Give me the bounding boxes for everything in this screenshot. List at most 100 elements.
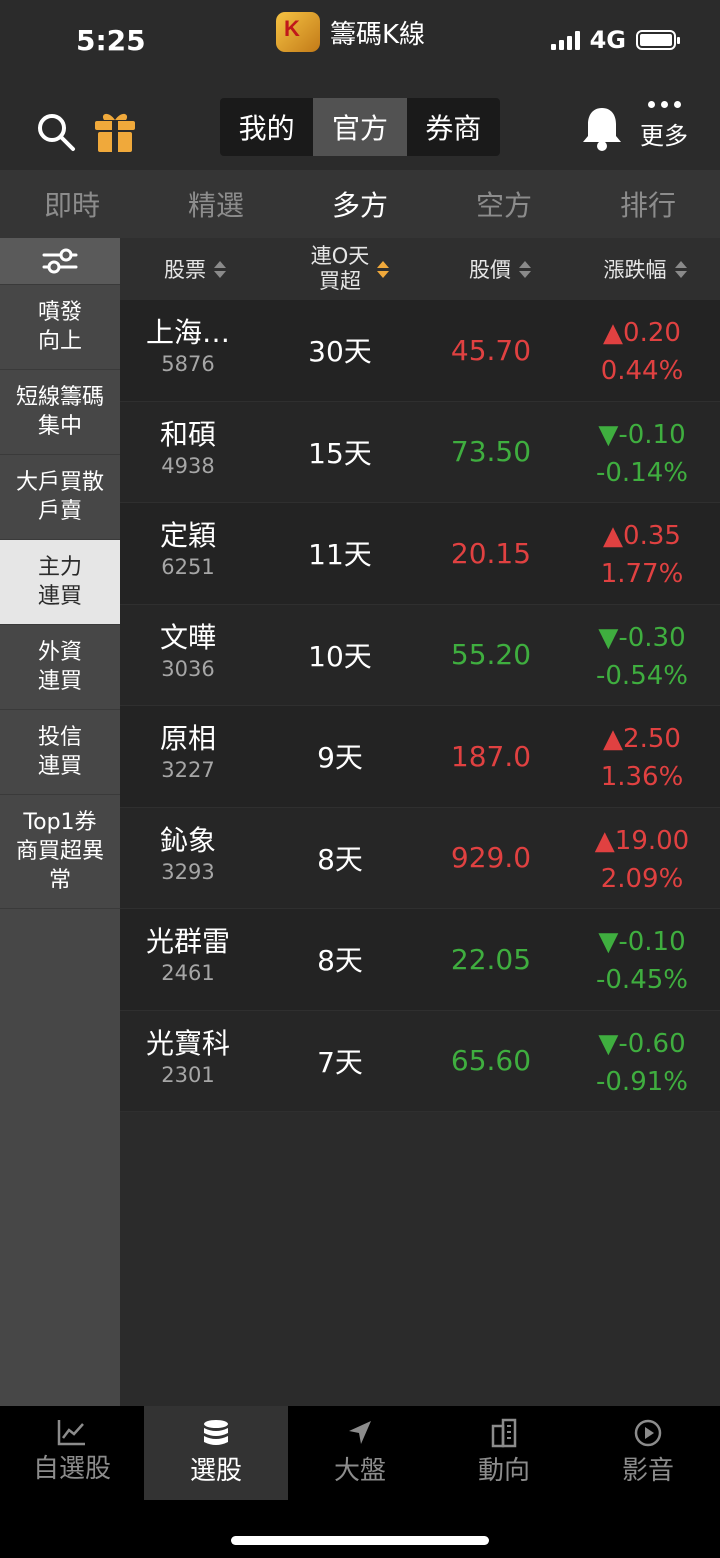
stock-name-cell: 定穎 6251 (120, 519, 256, 581)
percent-change: -0.91% (596, 1066, 688, 1097)
status-right: 4G (550, 26, 680, 54)
percent-change: 0.44% (600, 356, 684, 386)
table-row[interactable]: 定穎 6251 11天 20.15 ▲0.35 1.77% (120, 503, 720, 605)
nav-watchlist[interactable]: 自選股 (0, 1406, 144, 1500)
stock-price: 65.60 (450, 1044, 532, 1077)
sidebar-item-big-holders[interactable]: 大戶買散 戶賣 (0, 455, 120, 540)
building-icon (491, 1418, 517, 1448)
tab-bearish[interactable]: 空方 (432, 170, 576, 238)
table-row[interactable]: 鈊象 3293 8天 929.0 ▲19.00 2.09% (120, 807, 720, 909)
stock-price: 187.0 (450, 739, 532, 773)
sort-active-icon (377, 260, 390, 278)
change-cell: ▲0.35 1.77% (572, 517, 712, 593)
header-days-line2: 買超 (319, 269, 361, 293)
sort-icon (214, 260, 226, 278)
nav-market-label: 大盤 (333, 1456, 386, 1486)
nav-video-label: 影音 (621, 1456, 674, 1486)
price-change: ▼-0.60 (598, 1028, 686, 1059)
header-days-label: 連O天 買超 (311, 244, 370, 294)
sidebar-item-chip-concentration[interactable]: 短線籌碼 集中 (0, 370, 120, 455)
network-label: 4G (589, 26, 626, 54)
table-row[interactable]: 原相 3227 9天 187.0 ▲2.50 1.36% (120, 706, 720, 808)
consecutive-days: 11天 (308, 538, 372, 571)
change-cell: ▲2.50 1.36% (572, 720, 712, 796)
bell-icon[interactable] (580, 104, 624, 152)
nav-stock-picker[interactable]: 選股 (144, 1406, 288, 1500)
tab-bullish[interactable]: 多方 (288, 170, 432, 238)
play-circle-icon (634, 1419, 662, 1447)
segment-official[interactable]: 官方 (313, 98, 407, 156)
stock-price: 22.05 (450, 942, 532, 976)
gift-icon[interactable] (92, 108, 138, 154)
header-change[interactable]: 漲跌幅 (570, 238, 720, 300)
filter-button[interactable] (0, 238, 120, 285)
stock-code: 3036 (161, 656, 215, 681)
navigation-arrow-icon (349, 1421, 371, 1444)
stock-name: 上海… (145, 316, 230, 349)
consecutive-days: 10天 (308, 639, 372, 673)
stock-code: 2461 (161, 961, 215, 985)
stock-name: 鈊象 (159, 823, 216, 857)
consecutive-days: 8天 (317, 842, 363, 876)
header-stock[interactable]: 股票 (120, 238, 270, 300)
stock-name-cell: 鈊象 3293 (120, 824, 256, 886)
stock-name-cell: 光群雷 2461 (120, 925, 256, 987)
consecutive-days: 9天 (317, 741, 363, 774)
sidebar-item-trust[interactable]: 投信 連買 (0, 710, 120, 795)
status-app: K 籌碼K線 (276, 12, 425, 52)
nav-trend[interactable]: 動向 (432, 1406, 576, 1500)
stock-name: 原相 (159, 722, 216, 755)
change-cell: ▼-0.10 -0.45% (572, 923, 712, 999)
consecutive-days: 15天 (308, 436, 372, 470)
tab-ranking[interactable]: 排行 (576, 170, 720, 238)
segment-mine[interactable]: 我的 (220, 98, 313, 156)
sidebar-item-main-force[interactable]: 主力 連買 (0, 540, 120, 625)
sidebar-item-breakout[interactable]: 噴發 向上 (0, 285, 120, 370)
table-row[interactable]: 文曄 3036 10天 55.20 ▼-0.30 -0.54% (120, 604, 720, 706)
stock-code: 3293 (161, 859, 215, 884)
price-change: ▲0.20 (603, 318, 681, 348)
battery-icon (636, 30, 680, 50)
header-price-label: 股價 (469, 258, 511, 282)
stock-name-cell: 文曄 3036 (120, 621, 256, 683)
home-indicator[interactable] (231, 1536, 489, 1545)
status-bar: 5:25 K 籌碼K線 4G (0, 0, 720, 80)
header-price[interactable]: 股價 (430, 238, 570, 300)
segment-broker[interactable]: 券商 (407, 98, 500, 156)
sidebar-item-foreign[interactable]: 外資 連買 (0, 625, 120, 710)
app-header: 我的 官方 券商 更多 (0, 80, 720, 170)
stock-code: 4938 (161, 453, 215, 478)
stock-name: 和碩 (159, 417, 216, 451)
header-days[interactable]: 連O天 買超 (270, 238, 430, 300)
percent-change: -0.54% (596, 660, 688, 691)
consecutive-days: 7天 (317, 1045, 363, 1079)
change-cell: ▲19.00 2.09% (572, 822, 712, 898)
change-cell: ▼-0.10 -0.14% (572, 416, 712, 492)
stock-name: 光寶科 (145, 1026, 230, 1060)
sort-icon (674, 260, 687, 278)
strategy-sidebar: 噴發 向上 短線籌碼 集中 大戶買散 戶賣 主力 連買 外資 連買 投信 連買 … (0, 238, 120, 1406)
more-button[interactable]: 更多 (636, 98, 692, 151)
sidebar-item-top1-broker[interactable]: Top1券 商買超異 常 (0, 795, 120, 909)
consecutive-days: 30天 (308, 335, 372, 368)
change-cell: ▲0.20 0.44% (572, 314, 712, 390)
table-row[interactable]: 上海… 5876 30天 45.70 ▲0.20 0.44% (120, 300, 720, 402)
nav-trend-label: 動向 (477, 1456, 530, 1486)
search-icon[interactable] (36, 112, 76, 152)
header-days-line1: 連O天 (310, 244, 370, 268)
price-change: ▲19.00 (594, 825, 690, 856)
database-icon (204, 1420, 228, 1445)
signal-icon (550, 30, 580, 50)
table-row[interactable]: 光寶科 2301 7天 65.60 ▼-0.60 -0.91% (120, 1010, 720, 1112)
chart-line-icon (57, 1420, 85, 1446)
table-row[interactable]: 和碩 4938 15天 73.50 ▼-0.10 -0.14% (120, 401, 720, 503)
tab-featured[interactable]: 精選 (144, 170, 288, 238)
table-row[interactable]: 光群雷 2461 8天 22.05 ▼-0.10 -0.45% (120, 909, 720, 1011)
stock-name: 文曄 (159, 620, 216, 654)
tab-realtime[interactable]: 即時 (0, 170, 144, 238)
price-change: ▲2.50 (603, 724, 681, 754)
stock-price: 20.15 (450, 536, 532, 570)
nav-video[interactable]: 影音 (576, 1406, 720, 1500)
nav-market[interactable]: 大盤 (288, 1406, 432, 1500)
stock-price: 929.0 (450, 841, 532, 874)
